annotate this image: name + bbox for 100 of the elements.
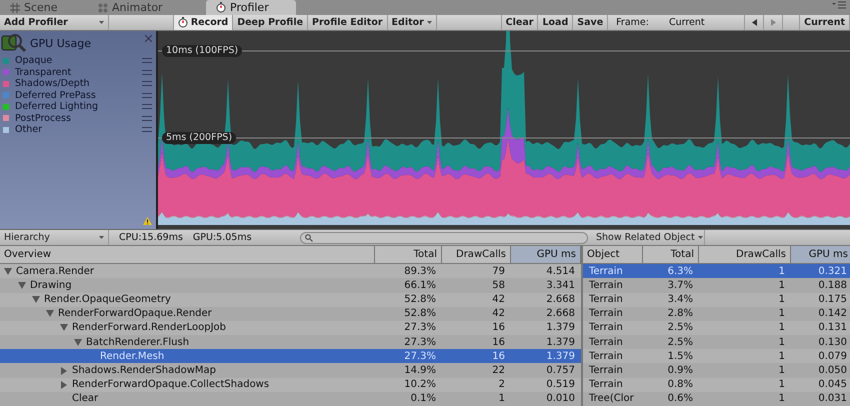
table-cell-text: 0.175 <box>817 293 848 307</box>
drag-handle-icon[interactable] <box>142 70 152 75</box>
table-cell-text: 52.8% <box>403 307 437 321</box>
tree-row[interactable]: RenderForwardOpaque.Render 52.8% 42 2.668 <box>0 306 581 321</box>
table-cell-text: 0.031 <box>817 392 848 406</box>
view-dropdown[interactable]: Hierarchy <box>0 230 109 246</box>
row-name: Camera.Render <box>16 266 94 277</box>
table-cell-text: 0.131 <box>817 321 848 336</box>
expanded-arrow-icon[interactable] <box>74 338 82 346</box>
table-cell-text: 0.050 <box>817 364 848 378</box>
table-cell-text: 0.045 <box>817 378 848 392</box>
nodes-icon <box>98 2 108 13</box>
stopwatch-icon <box>216 2 226 14</box>
toolbar-button[interactable]: Clear <box>502 15 538 30</box>
tree-row[interactable]: RenderForward.RenderLoopJob 27.3% 16 1.379 <box>0 320 581 336</box>
tree-row[interactable]: Camera.Render 89.3% 79 4.514 <box>0 264 581 278</box>
table-cell-text: 1 <box>778 264 786 278</box>
table-cell-text: Terrain <box>588 321 624 336</box>
column-header[interactable]: GPU ms <box>791 246 850 264</box>
column-header[interactable]: Object <box>583 246 643 264</box>
close-icon[interactable] <box>145 35 152 42</box>
tab[interactable]: Scene <box>0 0 88 16</box>
table-cell-text: 0.757 <box>545 364 576 378</box>
search-field[interactable] <box>300 232 588 244</box>
table-cell-text: 42 <box>491 293 506 307</box>
table-cell-text: 1.379 <box>545 321 576 336</box>
toolbar-button[interactable]: Load <box>538 15 574 30</box>
warning-icon <box>143 217 152 226</box>
table-cell-text: 1 <box>778 392 786 406</box>
column-header[interactable]: Total <box>375 246 442 264</box>
toolbar-button[interactable]: Save <box>573 15 608 30</box>
table-cell-text: 2.5% <box>666 336 694 350</box>
expanded-arrow-icon[interactable] <box>4 268 12 275</box>
table-cell-text: Terrain <box>588 350 624 364</box>
legend-label: Other <box>15 124 43 136</box>
stopwatch-icon <box>178 17 188 28</box>
table-cell-text: 2.668 <box>545 307 576 321</box>
table-cell-text: 0.010 <box>545 392 576 406</box>
table-cell-text: Terrain <box>588 264 624 278</box>
frame-label: Frame: <box>616 17 649 28</box>
row-name: Render.Mesh <box>100 350 164 362</box>
object-row[interactable]: Terrain 3.4% 1 0.175 <box>583 292 850 307</box>
table-cell-text: 0.9% <box>666 364 694 378</box>
current-frame-button[interactable]: Current <box>800 15 850 30</box>
table-cell-text: 1 <box>778 378 786 392</box>
column-header[interactable]: GPU ms <box>511 246 581 264</box>
collapsed-arrow-icon[interactable] <box>60 380 68 389</box>
toolbar-button[interactable]: Profile Editor <box>308 15 388 30</box>
tree-row[interactable]: Render.Mesh 27.3% 16 1.379 <box>0 349 581 364</box>
table-cell-text: 52.8% <box>403 293 437 307</box>
table-cell-text: 1 <box>778 278 786 293</box>
toolbar-button[interactable]: Deep Profile <box>233 15 308 30</box>
related-objects-dropdown[interactable]: Show Related Object <box>592 230 705 246</box>
editor-dropdown[interactable]: Editor <box>388 15 437 30</box>
expanded-arrow-icon[interactable] <box>46 310 54 318</box>
object-row[interactable]: Terrain 2.5% 1 0.130 <box>583 335 850 350</box>
table-cell-text: 27.3% <box>403 321 437 336</box>
table-cell-text: 6.3% <box>666 264 694 278</box>
table-cell-text: 1.379 <box>545 336 576 350</box>
tab[interactable]: Animator <box>88 0 176 16</box>
drag-handle-icon[interactable] <box>142 116 152 121</box>
table-cell-text: 0.321 <box>817 264 848 278</box>
object-row[interactable]: Terrain 1.5% 1 0.079 <box>583 349 850 364</box>
table-cell-text: 27.3% <box>403 336 437 350</box>
tree-row[interactable]: BatchRenderer.Flush 27.3% 16 1.379 <box>0 335 581 350</box>
expanded-arrow-icon[interactable] <box>18 282 26 289</box>
column-header[interactable]: Total <box>643 246 699 264</box>
tab[interactable]: Profiler <box>206 0 296 16</box>
table-cell-text: Terrain <box>588 307 624 321</box>
object-row[interactable]: Terrain 0.8% 1 0.045 <box>583 378 850 392</box>
expanded-arrow-icon[interactable] <box>32 296 40 304</box>
object-row[interactable]: Terrain 2.5% 1 0.131 <box>583 320 850 336</box>
table-cell-text: 0.142 <box>817 307 848 321</box>
drag-handle-icon[interactable] <box>142 58 152 64</box>
table-cell-text: 3.7% <box>666 278 694 293</box>
reference-line-label: 10ms (100FPS) <box>162 45 242 58</box>
drag-handle-icon[interactable] <box>142 81 152 86</box>
menu-icon[interactable] <box>832 1 846 10</box>
drag-handle-icon[interactable] <box>142 127 152 132</box>
table-cell-text: 27.3% <box>403 350 437 364</box>
collapsed-arrow-icon[interactable] <box>60 366 68 375</box>
tree-row[interactable]: Render.OpaqueGeometry 52.8% 42 2.668 <box>0 292 581 307</box>
caret-icon <box>698 236 703 240</box>
legend-title: GPU Usage <box>30 36 91 50</box>
toolbar-button[interactable]: Record <box>174 15 234 30</box>
add-profiler-dropdown[interactable]: Add Profiler <box>0 15 109 30</box>
tree-row[interactable]: RenderForwardOpaque.CollectShadows 10.2% 2 0.519 <box>0 378 581 392</box>
drag-handle-icon[interactable] <box>142 92 152 98</box>
table-cell-text: 1 <box>778 336 786 350</box>
table-cell-text: 16 <box>491 350 506 364</box>
expanded-arrow-icon[interactable] <box>60 324 68 332</box>
caret-icon <box>99 21 104 24</box>
object-row[interactable]: Terrain 6.3% 1 0.321 <box>583 264 850 278</box>
table-cell-text: 79 <box>491 264 506 278</box>
caret-icon <box>426 21 432 24</box>
table-cell-text: 3.341 <box>545 278 576 293</box>
table-cell-text: Terrain <box>588 378 624 392</box>
table-cell-text: 1 <box>778 293 786 307</box>
drag-handle-icon[interactable] <box>142 104 152 110</box>
column-header[interactable]: Overview <box>0 246 375 264</box>
